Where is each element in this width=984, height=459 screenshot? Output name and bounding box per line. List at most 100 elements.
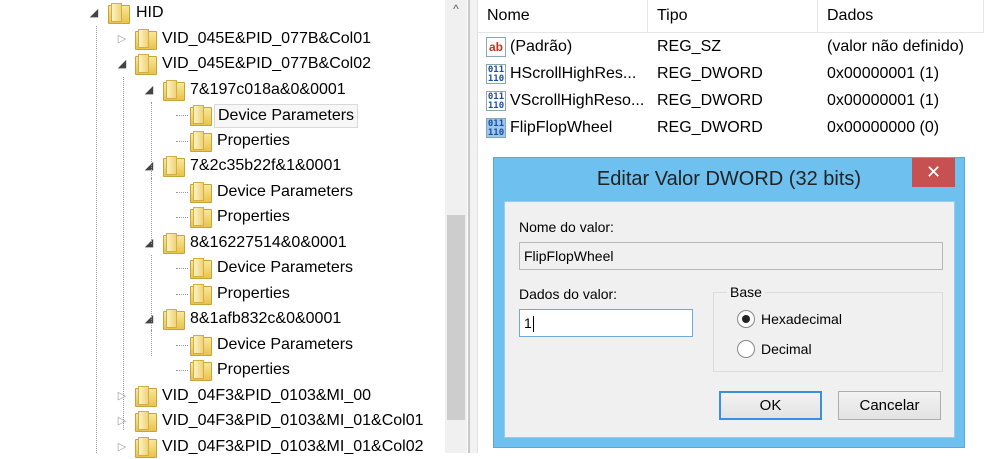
tree-connector bbox=[176, 217, 188, 218]
tree-node[interactable]: Device Parameters bbox=[0, 333, 445, 357]
tree-node-label[interactable]: Properties bbox=[214, 206, 293, 228]
collapsed-arrow-icon[interactable]: ▷ bbox=[116, 389, 128, 402]
value-data-input[interactable]: 1 bbox=[519, 309, 693, 337]
tree-connector bbox=[176, 293, 188, 295]
tree-node-label[interactable]: Properties bbox=[214, 283, 293, 305]
value-row[interactable]: 011 110 VScrollHighReso... REG_DWORD 0x0… bbox=[478, 88, 984, 114]
binary-value-icon: 011 110 bbox=[486, 64, 506, 84]
tree-node-label[interactable]: VID_04F3&PID_0103&MI_00 bbox=[159, 385, 374, 407]
tree-node[interactable]: Properties bbox=[0, 129, 445, 153]
expanded-arrow-icon[interactable]: ◢ bbox=[143, 159, 155, 172]
value-data: 0x00000001 (1) bbox=[827, 65, 940, 82]
ok-button[interactable]: OK bbox=[719, 391, 822, 420]
scrollbar-thumb[interactable] bbox=[447, 215, 465, 420]
registry-tree[interactable]: ◢ HID ▷ VID_045E&PID_077B&Col01 ◢ VID_045E&PI… bbox=[0, 0, 445, 458]
tree-node[interactable]: Device Parameters bbox=[0, 180, 445, 204]
tree-node[interactable]: ◢ HID bbox=[0, 1, 445, 25]
tree-node[interactable]: Properties bbox=[0, 282, 445, 306]
expanded-arrow-icon[interactable]: ◢ bbox=[143, 83, 155, 96]
pane-splitter[interactable] bbox=[468, 0, 478, 453]
folder-icon bbox=[190, 258, 212, 279]
decimal-radio[interactable] bbox=[737, 340, 755, 358]
value-row[interactable]: 011 110 FlipFlopWheel REG_DWORD 0x000000… bbox=[478, 115, 984, 141]
value-name: FlipFlopWheel bbox=[510, 119, 613, 136]
column-header-data[interactable]: Dados bbox=[818, 0, 984, 33]
value-name-text: FlipFlopWheel bbox=[524, 248, 614, 264]
tree-node-label[interactable]: VID_045E&PID_077B&Col02 bbox=[159, 53, 374, 75]
folder-icon bbox=[190, 207, 212, 228]
tree-node-label[interactable]: Properties bbox=[214, 130, 293, 152]
decimal-label[interactable]: Decimal bbox=[761, 341, 812, 357]
column-header-type[interactable]: Tipo bbox=[648, 0, 818, 33]
tree-node-label[interactable]: HID bbox=[133, 2, 167, 24]
tree-connector bbox=[176, 370, 188, 371]
tree-node[interactable]: ◢ 8&16227514&0&0001 bbox=[0, 231, 445, 255]
value-name-label: Nome do valor: bbox=[519, 219, 614, 235]
tree-connector bbox=[176, 115, 188, 116]
tree-node[interactable]: ▷ VID_04F3&PID_0103&MI_01&Col02 bbox=[0, 435, 445, 459]
tree-node-label[interactable]: Device Parameters bbox=[214, 334, 356, 356]
folder-icon bbox=[190, 130, 212, 152]
folder-icon bbox=[190, 283, 212, 305]
collapsed-arrow-icon[interactable]: ▷ bbox=[116, 440, 128, 453]
tree-node-label[interactable]: Properties bbox=[214, 359, 293, 381]
tree-node-label[interactable]: VID_04F3&PID_0103&MI_01&Col02 bbox=[159, 436, 427, 458]
tree-node-label[interactable]: VID_04F3&PID_0103&MI_01&Col01 bbox=[159, 410, 427, 432]
tree-node-label[interactable]: 7&2c35b22f&1&0001 bbox=[187, 155, 344, 177]
tree-node-label[interactable]: Device Parameters bbox=[214, 181, 356, 203]
binary-value-icon: 011 110 bbox=[486, 91, 506, 111]
hexadecimal-label[interactable]: Hexadecimal bbox=[761, 311, 842, 327]
folder-icon bbox=[190, 334, 212, 356]
tree-node[interactable]: ◢ 7&2c35b22f&1&0001 bbox=[0, 154, 445, 178]
close-button[interactable]: ✕ bbox=[912, 158, 955, 187]
tree-node-label[interactable]: 8&1afb832c&0&0001 bbox=[187, 308, 344, 330]
tree-node-label[interactable]: VID_045E&PID_077B&Col01 bbox=[159, 28, 374, 50]
tree-connector bbox=[151, 178, 152, 244]
tree-node[interactable]: ▷ VID_04F3&PID_0103&MI_00 bbox=[0, 384, 445, 408]
expanded-arrow-icon[interactable]: ◢ bbox=[143, 236, 155, 249]
tree-node-label[interactable]: 7&197c018a&0&0001 bbox=[187, 79, 349, 101]
tree-connector bbox=[96, 26, 97, 453]
tree-node[interactable]: ▷ VID_04F3&PID_0103&MI_01&Col01 bbox=[0, 409, 445, 433]
folder-icon bbox=[190, 105, 212, 126]
tree-node-label[interactable]: Device Parameters bbox=[214, 104, 359, 128]
tree-node[interactable]: Properties bbox=[0, 358, 445, 382]
value-row[interactable]: ab (Padrão) REG_SZ (valor não definido) bbox=[478, 34, 984, 60]
tree-node[interactable]: Device Parameters bbox=[0, 103, 445, 128]
column-header-name[interactable]: Nome bbox=[478, 0, 648, 33]
tree-node-label[interactable]: 8&16227514&0&0001 bbox=[187, 232, 350, 254]
folder-icon bbox=[135, 54, 157, 75]
tree-node[interactable]: ◢ 7&197c018a&0&0001 bbox=[0, 78, 445, 102]
expanded-arrow-icon[interactable]: ◢ bbox=[143, 312, 155, 325]
value-name: HScrollHighRes... bbox=[510, 65, 637, 82]
expanded-arrow-icon[interactable]: ◢ bbox=[88, 6, 100, 19]
folder-icon bbox=[135, 28, 157, 50]
tree-node[interactable]: Device Parameters bbox=[0, 256, 445, 280]
hexadecimal-radio[interactable] bbox=[737, 310, 755, 328]
tree-connector bbox=[123, 77, 124, 430]
tree-node[interactable]: ▷ VID_045E&PID_077B&Col01 bbox=[0, 27, 445, 51]
value-row[interactable]: 011 110 HScrollHighRes... REG_DWORD 0x00… bbox=[478, 61, 984, 87]
value-type: REG_DWORD bbox=[657, 65, 763, 82]
folder-icon bbox=[135, 385, 157, 407]
tree-node[interactable]: Properties bbox=[0, 205, 445, 229]
folder-icon bbox=[163, 232, 185, 254]
value-type: REG_SZ bbox=[657, 38, 722, 55]
value-data-label: Dados do valor: bbox=[519, 286, 618, 302]
cancel-button[interactable]: Cancelar bbox=[838, 391, 941, 420]
collapsed-arrow-icon[interactable]: ▷ bbox=[116, 32, 128, 45]
value-type: REG_DWORD bbox=[657, 119, 763, 136]
tree-node[interactable]: ◢ 8&1afb832c&0&0001 bbox=[0, 307, 445, 331]
value-name: (Padrão) bbox=[510, 38, 573, 55]
expanded-arrow-icon[interactable]: ◢ bbox=[116, 57, 128, 70]
folder-icon bbox=[163, 79, 185, 101]
scroll-up-icon[interactable]: ^ bbox=[445, 2, 467, 22]
collapsed-arrow-icon[interactable]: ▷ bbox=[116, 414, 128, 427]
folder-icon bbox=[190, 360, 212, 381]
base-label: Base bbox=[727, 284, 765, 300]
value-type: REG_DWORD bbox=[657, 92, 763, 109]
string-value-icon: ab bbox=[486, 37, 506, 57]
tree-node-label[interactable]: Device Parameters bbox=[214, 257, 356, 279]
tree-node[interactable]: ◢ VID_045E&PID_077B&Col02 bbox=[0, 52, 445, 76]
value-name-field[interactable]: FlipFlopWheel bbox=[519, 242, 943, 270]
